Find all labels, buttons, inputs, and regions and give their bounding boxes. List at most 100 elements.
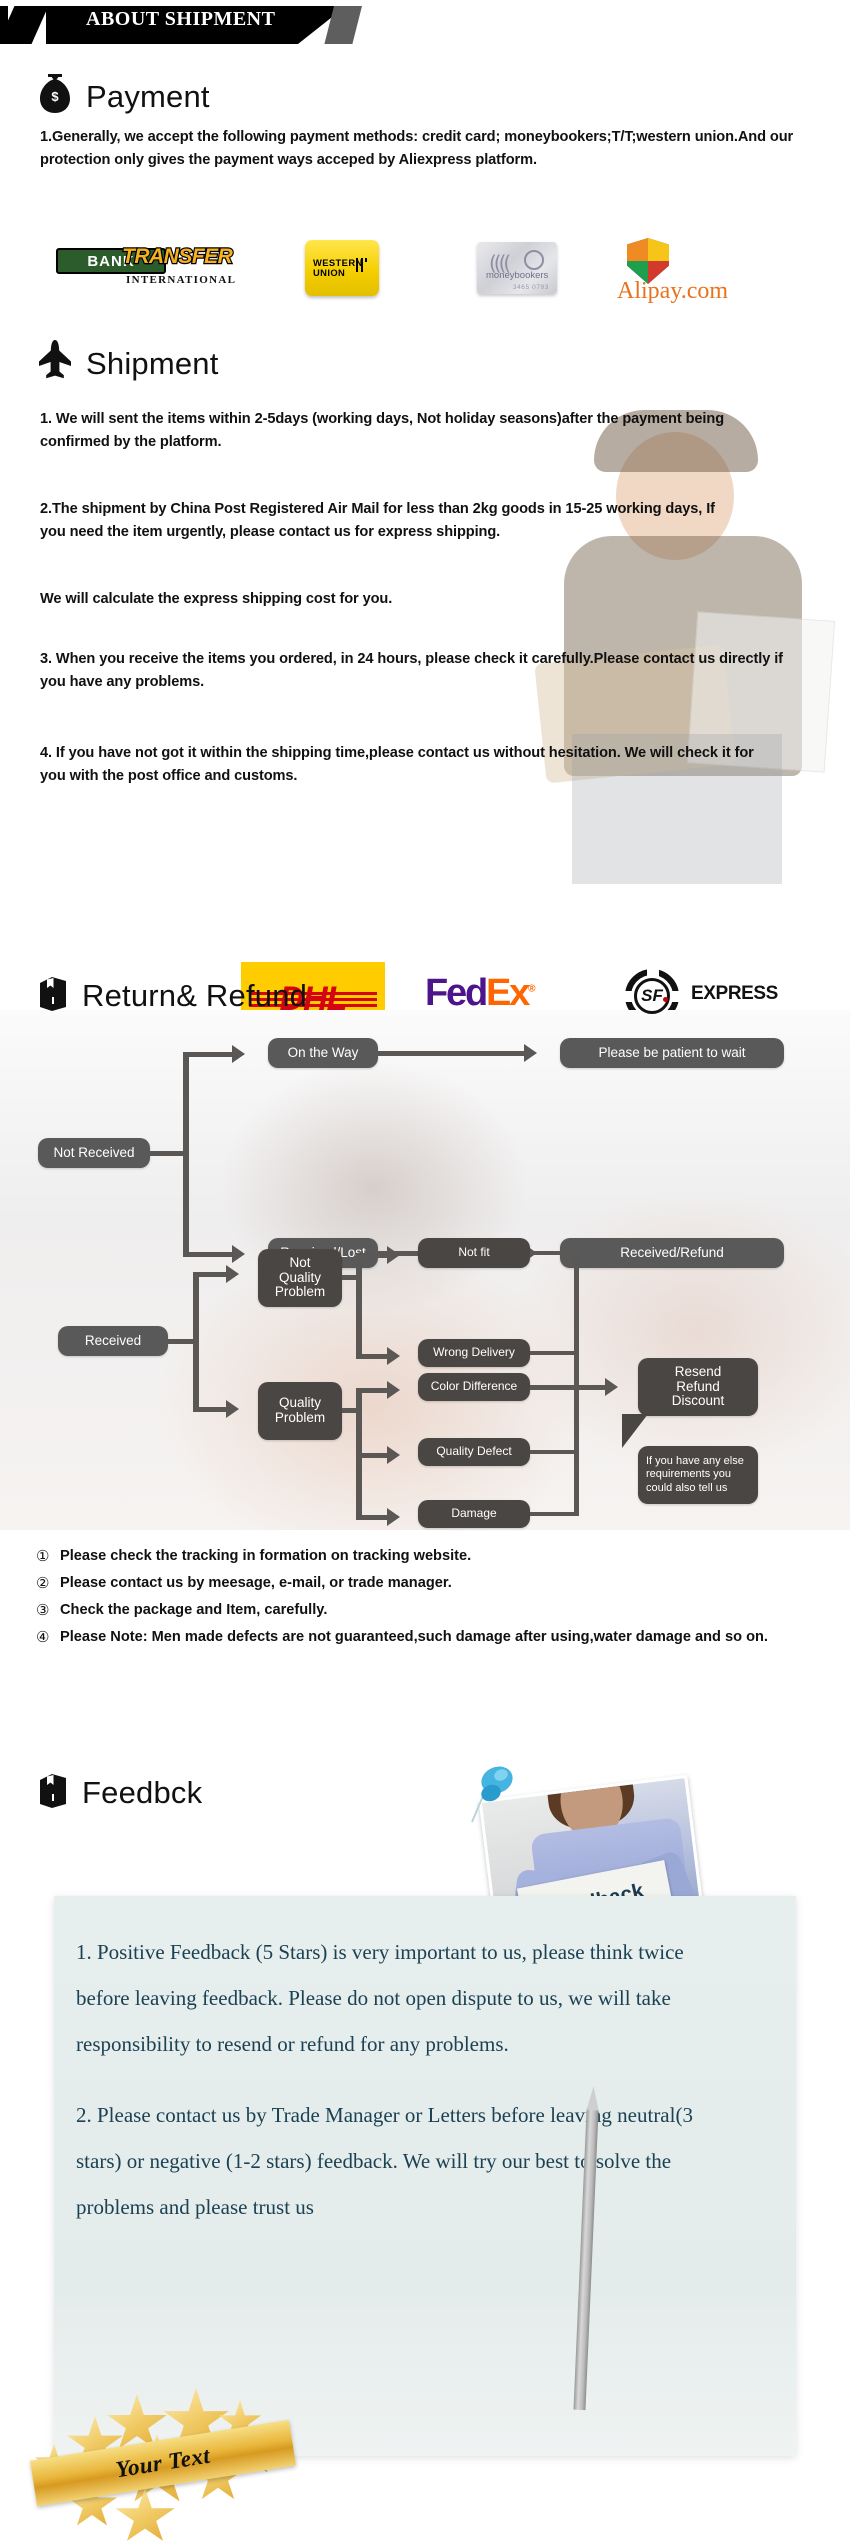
flow-connector — [362, 1515, 390, 1520]
badge-ribbon-text: Your Text — [114, 2442, 212, 2483]
flow-arrow — [524, 1044, 537, 1062]
flow-connector — [189, 1252, 235, 1257]
return-refund-notes-list: ① Please check the tracking in formation… — [36, 1547, 826, 1655]
about-shipment-page: ABOUT SHIPMENT $ Payment 1.Generally, we… — [0, 0, 850, 2542]
airplane-icon — [38, 340, 72, 387]
fedex-wordmark: FedEx® — [425, 972, 536, 1014]
flow-node-not-fit: Not fit — [418, 1238, 530, 1268]
flow-connector — [199, 1272, 229, 1277]
flow-node-color-difference: Color Difference — [418, 1373, 530, 1401]
flow-arrow — [605, 1378, 618, 1396]
flow-node-received: Received — [58, 1326, 168, 1356]
western-union-logo: WESTERN UNION — [305, 240, 379, 296]
flow-node-damage: Damage — [418, 1500, 530, 1528]
shipment-paragraph-1: 1. We will sent the items within 2-5days… — [40, 411, 725, 451]
note-text: Please Note: Men made defects are not gu… — [60, 1629, 768, 1646]
list-item: ② Please contact us by meesage, e-mail, … — [36, 1574, 826, 1594]
flow-arrow — [232, 1245, 245, 1263]
flow-arrow — [226, 1400, 239, 1418]
alipay-logo: Alipay.com — [615, 238, 790, 304]
shipment-paragraph-3: 3. When you receive the items you ordere… — [40, 651, 783, 691]
banner-title: ABOUT SHIPMENT — [86, 8, 276, 30]
pushpin-icon — [470, 1762, 520, 1824]
bank-transfer-international-text: INTERNATIONAL — [126, 274, 237, 286]
feedback-heading-label: Feedbck — [82, 1774, 203, 1810]
feedback-text-block: 1. Positive Feedback (5 Stars) is very i… — [76, 1930, 736, 2257]
money-bag-icon: $ — [38, 74, 72, 119]
feedback-paragraph-2: 2. Please contact us by Trade Manager or… — [76, 2103, 693, 2219]
flow-connector — [362, 1354, 390, 1359]
feedback-section-heading: Feedbck — [38, 1772, 202, 1813]
flow-callout-tail — [622, 1414, 648, 1448]
flow-connector — [378, 1051, 528, 1056]
note-text: Please contact us by meesage, e-mail, or… — [60, 1575, 452, 1592]
flow-arrow — [387, 1446, 400, 1464]
note-number: ① — [36, 1548, 50, 1565]
sf-express-label: EXPRESS — [691, 983, 778, 1004]
flow-connector — [362, 1253, 390, 1258]
flow-node-on-the-way: On the Way — [268, 1038, 378, 1068]
flow-node-not-quality-problem: Not Quality Problem — [258, 1249, 342, 1307]
note-number: ③ — [36, 1602, 50, 1620]
return-refund-heading-label: Return& Refund — [82, 977, 308, 1013]
flow-node-quality-problem: Quality Problem — [258, 1382, 342, 1440]
flow-connector — [530, 1351, 578, 1355]
note-text: Check the package and Item, carefully. — [60, 1602, 328, 1619]
package-box-icon — [38, 1772, 68, 1813]
shipment-paragraph-2b: We will calculate the express shipping c… — [40, 591, 393, 607]
flow-node-please-wait: Please be patient to wait — [560, 1038, 784, 1068]
svg-text:$: $ — [51, 89, 59, 104]
sf-red-dot-icon — [663, 997, 668, 1002]
sf-monogram: SF — [634, 978, 670, 1014]
list-item: ③ Check the package and Item, carefully. — [36, 1601, 826, 1621]
moneybookers-name: moneybookers — [486, 270, 549, 281]
flow-connector — [530, 1512, 578, 1516]
note-number: ② — [36, 1575, 50, 1593]
list-item: ④ Please Note: Men made defects are not … — [36, 1628, 826, 1648]
list-item: ① Please check the tracking in formation… — [36, 1547, 826, 1567]
shipment-heading-label: Shipment — [86, 345, 219, 381]
flow-connector — [183, 1052, 189, 1257]
payment-heading-label: Payment — [86, 78, 210, 114]
shipment-section-heading: Shipment — [38, 340, 219, 387]
moneybookers-ring-icon — [524, 250, 544, 270]
flow-connector — [530, 1251, 578, 1255]
badge-ribbon: Your Text — [30, 2419, 296, 2507]
feedback-paragraph-1: 1. Positive Feedback (5 Stars) is very i… — [76, 1940, 684, 2056]
moneybookers-logo: (((( moneybookers 3465 0793 — [477, 242, 557, 294]
payment-paragraph: 1.Generally, we accept the following pay… — [40, 129, 794, 169]
moneybookers-number: 3465 0793 — [512, 284, 549, 291]
flow-arrow — [232, 1045, 245, 1063]
flow-connector — [362, 1453, 390, 1458]
flow-node-quality-defect: Quality Defect — [418, 1438, 530, 1466]
return-refund-flowchart: Not Received On the Way Please be patien… — [0, 1010, 850, 1530]
bank-transfer-logo: BANK TRANSFER INTERNATIONAL — [56, 244, 237, 292]
star-icon — [115, 2488, 175, 2541]
flow-node-wrong-delivery: Wrong Delivery — [418, 1339, 530, 1367]
flow-arrow — [226, 1265, 239, 1283]
flow-connector — [574, 1251, 579, 1516]
package-box-icon — [38, 975, 68, 1016]
alipay-name: Alipay.com — [617, 278, 729, 304]
your-text-stars-badge: Your Text — [22, 2388, 322, 2541]
return-refund-section-heading: Return& Refund — [38, 975, 307, 1016]
shipment-paragraph-4: 4. If you have not got it within the shi… — [40, 745, 754, 785]
flow-node-not-received: Not Received — [38, 1138, 150, 1168]
flow-arrow — [387, 1381, 400, 1399]
flow-connector — [362, 1388, 390, 1393]
payment-section-heading: $ Payment — [38, 74, 210, 119]
note-number: ④ — [36, 1629, 50, 1647]
flow-arrow — [387, 1508, 400, 1526]
flow-connector — [193, 1272, 199, 1412]
flow-connector — [530, 1385, 608, 1390]
flow-node-resend-refund-discount: Resend Refund Discount — [638, 1358, 758, 1416]
bank-transfer-transfer-text: TRANSFER — [121, 244, 234, 269]
flow-arrow — [387, 1246, 400, 1264]
western-union-bars-icon — [356, 258, 368, 272]
flow-connector — [530, 1450, 578, 1454]
shipment-paragraph-2: 2.The shipment by China Post Registered … — [40, 501, 715, 541]
note-text: Please check the tracking in formation o… — [60, 1548, 472, 1564]
flow-connector — [356, 1253, 362, 1359]
flow-arrow — [387, 1347, 400, 1365]
flow-connector — [189, 1052, 235, 1057]
